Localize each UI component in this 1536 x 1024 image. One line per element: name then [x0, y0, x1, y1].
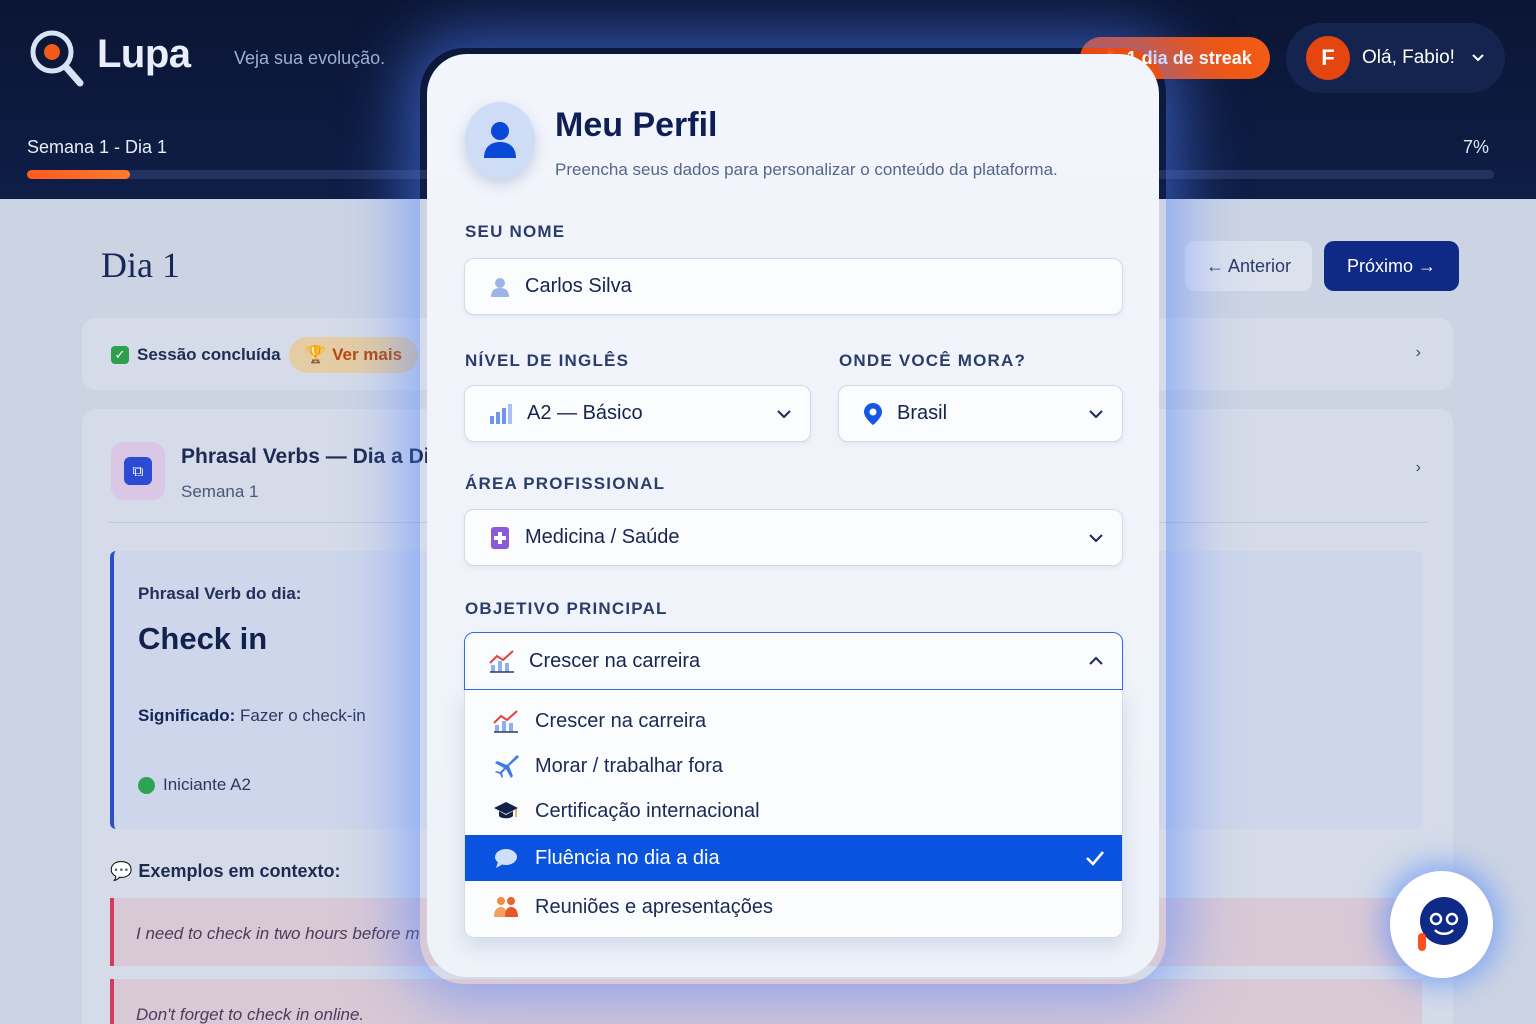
chart-up-icon — [489, 650, 514, 673]
modal-subtitle: Preencha seus dados para personalizar o … — [555, 160, 1058, 179]
verb-label: Phrasal Verb do dia: — [138, 584, 302, 603]
avatar: F — [1306, 36, 1350, 80]
goal-option-reunioes[interactable]: Reuniões e apresentações — [465, 884, 1122, 930]
level-indicator: Iniciante A2 — [138, 775, 251, 795]
verb-meaning: Significado: Fazer o check-in — [138, 706, 366, 726]
chevron-down-icon — [1089, 409, 1103, 418]
location-label: ONDE VOCÊ MORA? — [839, 351, 1027, 370]
person-icon — [484, 122, 516, 158]
examples-title: Exemplos em contexto: — [138, 861, 341, 881]
magnifier-logo-icon — [30, 30, 84, 87]
airplane-icon — [495, 755, 519, 778]
goal-option-certificacao[interactable]: Certificação internacional — [465, 788, 1122, 834]
speech-bubble-icon — [495, 849, 517, 868]
ver-mais-button[interactable]: 🏆 Ver mais — [289, 337, 418, 373]
goal-value: Crescer na carreira — [529, 649, 701, 672]
check-icon — [1086, 851, 1104, 866]
chevron-up-icon — [1089, 656, 1103, 665]
level-select[interactable]: A2 — Básico — [464, 385, 811, 442]
week-day-label: Semana 1 - Dia 1 — [27, 137, 168, 157]
chevron-right-icon[interactable]: › — [1416, 459, 1421, 477]
location-select[interactable]: Brasil — [838, 385, 1123, 442]
name-input[interactable]: Carlos Silva — [464, 258, 1123, 315]
level-label: Iniciante A2 — [163, 775, 251, 794]
lesson-icon: ⧉ — [111, 442, 165, 500]
next-button[interactable]: Próximo → — [1324, 241, 1459, 291]
profile-modal: Meu Perfil Preencha seus dados para pers… — [427, 54, 1159, 977]
area-value: Medicina / Saúde — [525, 526, 680, 548]
user-menu[interactable]: F Olá, Fabio! — [1286, 23, 1505, 93]
option-label: Reuniões e apresentações — [535, 895, 773, 918]
goal-select[interactable]: Crescer na carreira — [464, 632, 1123, 690]
area-label: ÁREA PROFISSIONAL — [465, 474, 666, 493]
area-select[interactable]: Medicina / Saúde — [464, 509, 1123, 566]
chevron-right-icon: › — [1415, 344, 1421, 361]
verb-word: Check in — [138, 621, 268, 656]
graduation-cap-icon — [494, 802, 518, 819]
goal-option-morar[interactable]: Morar / trabalhar fora — [465, 743, 1122, 789]
progress-fill — [27, 170, 130, 179]
level-value: A2 — Básico — [527, 402, 643, 424]
goal-option-crescer[interactable]: Crescer na carreira — [465, 698, 1122, 744]
option-label: Fluência no dia a dia — [535, 846, 720, 869]
meaning-label: Significado: — [138, 706, 236, 725]
option-label: Certificação internacional — [535, 799, 760, 822]
green-dot-icon — [138, 776, 155, 794]
location-value: Brasil — [897, 402, 948, 424]
goal-label: OBJETIVO PRINCIPAL — [465, 599, 668, 618]
day-title: Dia 1 — [101, 245, 180, 285]
chevron-down-icon — [777, 409, 791, 418]
option-label: Crescer na carreira — [535, 709, 707, 732]
level-label: NÍVEL DE INGLÊS — [465, 351, 630, 370]
example-sentence: Don't forget to check in online. — [110, 979, 1422, 1024]
tagline: Veja sua evolução. — [234, 48, 386, 68]
lesson-week: Semana 1 — [181, 482, 259, 501]
user-greeting: Olá, Fabio! — [1362, 47, 1455, 68]
ver-mais-label: Ver mais — [332, 345, 403, 364]
bar-chart-icon — [490, 403, 512, 424]
chart-up-icon — [493, 710, 518, 733]
robot-face-icon — [1417, 896, 1468, 951]
medical-icon — [491, 526, 509, 549]
goal-option-fluencia[interactable]: Fluência no dia a dia — [465, 835, 1122, 881]
examples-heading: 💬 Exemplos em contexto: — [110, 861, 340, 882]
book-icon: ⧉ — [124, 457, 152, 485]
user-icon — [491, 277, 509, 297]
map-pin-icon — [864, 402, 882, 425]
trophy-icon: 🏆 — [304, 345, 327, 364]
option-label: Morar / trabalhar fora — [535, 754, 723, 777]
modal-title: Meu Perfil — [555, 106, 718, 144]
brand-name: Lupa — [97, 32, 191, 76]
session-status: Sessão concluída — [137, 345, 281, 364]
user-profile-icon — [465, 102, 535, 178]
name-label: SEU NOME — [465, 222, 566, 241]
meaning-value: Fazer o check-in — [240, 706, 366, 725]
people-icon — [494, 897, 518, 917]
speech-bubble-icon: 💬 — [110, 861, 133, 881]
lesson-title: Phrasal Verbs — Dia a Di — [181, 445, 430, 468]
progress-percent: 7% — [1462, 137, 1489, 157]
previous-button[interactable]: ← Anterior — [1185, 241, 1312, 291]
chevron-down-icon — [1089, 533, 1103, 542]
chevron-down-icon — [1472, 54, 1484, 62]
goal-dropdown-menu: Crescer na carreira Morar / trabalhar fo… — [464, 690, 1123, 938]
name-value: Carlos Silva — [525, 275, 632, 297]
chat-assistant-button[interactable] — [1390, 871, 1493, 978]
checkbox-checked-icon: ✓ — [111, 346, 129, 364]
